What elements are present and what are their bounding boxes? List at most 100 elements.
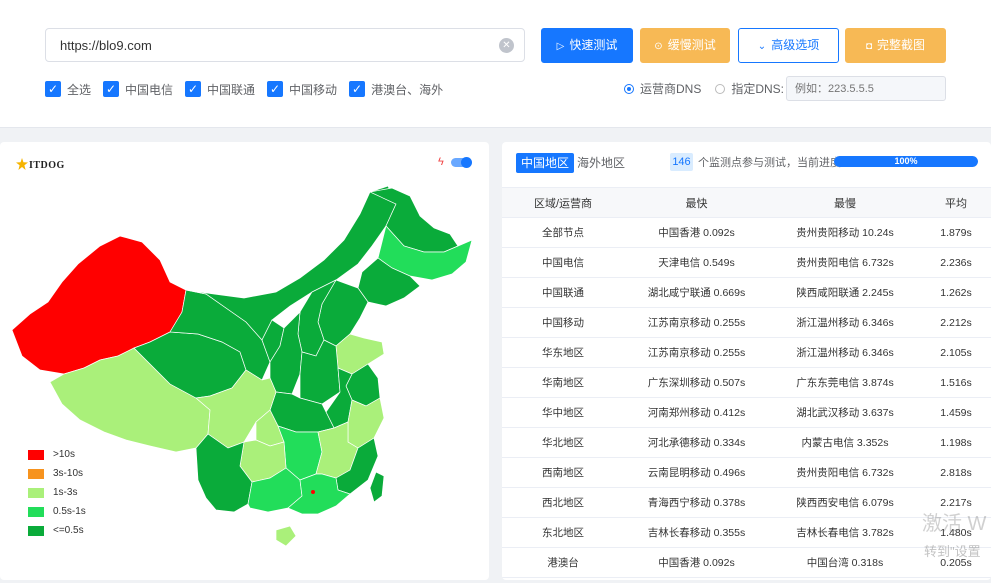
cell-region: 华北地区 [502,427,624,458]
table-row: 中国移动 江苏南京移动 0.255s 浙江温州移动 6.346s 2.212s [502,307,991,338]
region-shandong[interactable] [335,333,385,375]
cell-fastest: 江苏南京移动 0.255s [624,307,769,338]
check-icon: ✓ [267,81,284,97]
fast-test-label: 快速测试 [569,38,618,52]
table-row: 全部节点 中国香港 0.092s 贵州贵阳移动 10.24s 1.879s [502,217,991,248]
table-row: 华北地区 河北承德移动 0.334s 内蒙古电信 3.352s 1.198s [502,427,991,458]
advanced-options-label: 高级选项 [771,38,820,52]
latency-map-panel: ITDOG ϟ >10s 3s-10s 1s-3s 0.5s-1s <=0.5s [0,142,489,580]
close-circle-icon[interactable]: ✕ [499,38,514,53]
table-row: 西北地区 青海西宁移动 0.378s 陕西西安电信 6.079s 2.217s [502,487,991,518]
region-hainan[interactable] [275,525,297,547]
play-circle-icon: ⊙ [654,41,663,52]
tab-china-region[interactable]: 中国地区 [516,153,575,173]
cell-fastest: 云南昆明移动 0.496s [624,457,769,488]
cell-fastest: 河北承德移动 0.334s [624,427,769,458]
checkbox-label: 中国移动 [289,82,338,97]
legend-label: 1s-3s [53,487,78,498]
slowest-node-marker [311,490,315,494]
table-row: 华中地区 河南郑州移动 0.412s 湖北武汉移动 3.637s 1.459s [502,397,991,428]
radio-custom-dns[interactable] [715,83,726,94]
cell-fastest: 广东深圳移动 0.507s [624,367,769,398]
url-input-box[interactable]: ✕ [45,28,525,62]
legend-swatch [28,487,44,498]
legend-label: 0.5s-1s [53,506,86,517]
cell-region: 中国移动 [502,307,624,338]
chevron-double-down-icon: ⌄ [757,41,767,52]
cell-region: 全部节点 [502,217,624,248]
node-count-badge: 146 [670,153,693,171]
cell-fastest: 青海西宁移动 0.378s [624,487,769,518]
cell-slowest: 中国台湾 0.318s [769,547,921,578]
test-control-panel: ✕ ▷ 快速测试 ⊙ 缓慢测试 ⌄ 高级选项 ◘ 完整截图 ✓ 全选 ✓ 中国电信 ✓ 中国联… [0,0,991,128]
checkbox-china-telecom[interactable]: ✓ 中国电信 [103,80,173,98]
slow-test-label: 缓慢测试 [667,38,716,52]
table-row: 华东地区 江苏南京移动 0.255s 浙江温州移动 6.346s 2.105s [502,337,991,368]
cell-average: 1.459s [921,397,991,428]
radio-isp-dns-label: 运营商DNS [640,82,702,96]
legend-label: >10s [53,449,75,460]
full-screenshot-label: 完整截图 [877,38,926,52]
cell-average: 2.818s [921,457,991,488]
legend-swatch [28,449,44,460]
full-screenshot-button[interactable]: ◘ 完整截图 [845,28,946,63]
checkbox-label: 全选 [67,82,92,97]
checkbox-label: 中国联通 [207,82,256,97]
cell-slowest: 陕西西安电信 6.079s [769,487,921,518]
advanced-options-button[interactable]: ⌄ 高级选项 [738,28,839,63]
custom-dns-input-box[interactable] [786,76,946,101]
slow-test-button[interactable]: ⊙ 缓慢测试 [640,28,730,63]
os-activation-watermark: 激活 W [922,513,987,535]
checkbox-label: 中国电信 [125,82,174,97]
cell-average: 1.879s [921,217,991,248]
cell-slowest: 内蒙古电信 3.352s [769,427,921,458]
custom-dns-input[interactable] [787,77,937,100]
region-taiwan[interactable] [369,471,385,503]
check-icon: ✓ [185,81,202,97]
legend-label: <=0.5s [53,525,84,536]
checkbox-china-mobile[interactable]: ✓ 中国移动 [267,80,337,98]
check-icon: ✓ [103,81,120,97]
legend-item: 3s-10s [28,464,86,483]
fast-test-button[interactable]: ▷ 快速测试 [541,28,633,63]
radio-isp-dns[interactable] [624,83,634,94]
cell-region: 港澳台 [502,547,624,578]
checkbox-china-unicom[interactable]: ✓ 中国联通 [185,80,255,98]
cell-fastest: 吉林长春移动 0.355s [624,517,769,548]
cell-fastest: 湖北咸宁联通 0.669s [624,277,769,308]
cell-average: 2.212s [921,307,991,338]
cell-region: 东北地区 [502,517,624,548]
cell-fastest: 河南郑州移动 0.412s [624,397,769,428]
cell-average: 1.198s [921,427,991,458]
legend-label: 3s-10s [53,468,84,479]
column-header-slowest: 最慢 [769,187,921,218]
cell-slowest: 吉林长春电信 3.782s [769,517,921,548]
table-row: 中国电信 天津电信 0.549s 贵州贵阳电信 6.732s 2.236s [502,247,991,278]
results-panel: 中国地区 海外地区 146 个监测点参与测试，当前进度： 100% 区域/运营商… [502,142,991,580]
isp-filter-group: ✓ 全选 ✓ 中国电信 ✓ 中国联通 ✓ 中国移动 ✓ 港澳台、海外 [45,80,455,98]
url-input[interactable] [46,29,486,61]
legend-swatch [28,468,44,479]
legend-item: >10s [28,445,86,464]
cell-slowest: 贵州贵阳电信 6.732s [769,457,921,488]
table-row: 华南地区 广东深圳移动 0.507s 广东东莞电信 3.874s 1.516s [502,367,991,398]
column-header-average: 平均 [921,187,991,218]
cell-region: 华南地区 [502,367,624,398]
cell-slowest: 贵州贵阳电信 6.732s [769,247,921,278]
tab-overseas-region[interactable]: 海外地区 [572,153,630,173]
column-header-fastest: 最快 [624,187,769,218]
table-row: 东北地区 吉林长春移动 0.355s 吉林长春电信 3.782s 1.480s [502,517,991,548]
cell-slowest: 广东东莞电信 3.874s [769,367,921,398]
legend-item: <=0.5s [28,521,86,540]
checkbox-select-all[interactable]: ✓ 全选 [45,80,91,98]
cell-region: 中国电信 [502,247,624,278]
cell-fastest: 中国香港 0.092s [624,547,769,578]
checkbox-hk-mo-tw-overseas[interactable]: ✓ 港澳台、海外 [349,80,443,98]
cell-average: 2.105s [921,337,991,368]
legend-item: 0.5s-1s [28,502,86,521]
table-row: 西南地区 云南昆明移动 0.496s 贵州贵阳电信 6.732s 2.818s [502,457,991,488]
map-legend: >10s 3s-10s 1s-3s 0.5s-1s <=0.5s [28,445,86,540]
table-header-row: 区域/运营商 最快 最慢 平均 [502,187,991,218]
cell-region: 华东地区 [502,337,624,368]
region-yunnan[interactable] [195,433,253,513]
